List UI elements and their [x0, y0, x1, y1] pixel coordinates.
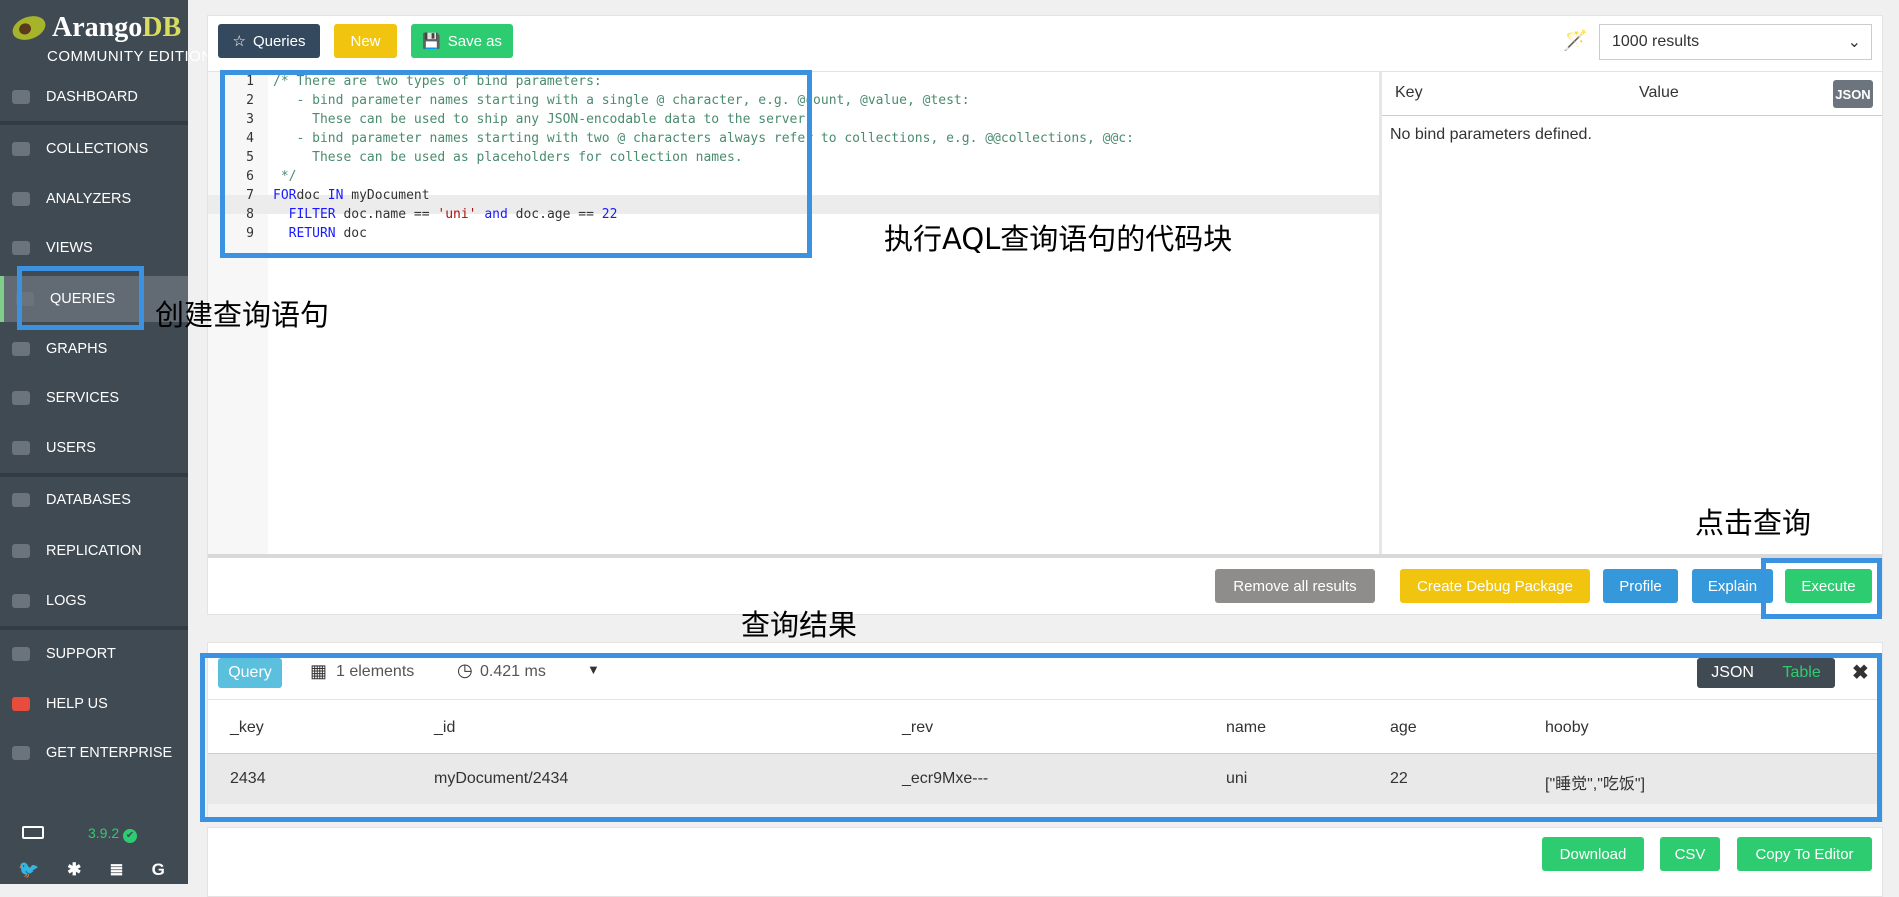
- save-as-button[interactable]: 💾 Save as: [411, 24, 513, 58]
- sidebar-item-logs[interactable]: LOGS: [0, 578, 188, 624]
- sitemap-icon: [12, 342, 30, 356]
- sidebar-item-services[interactable]: SERVICES: [0, 375, 188, 421]
- sidebar-item-label: SERVICES: [46, 390, 120, 406]
- check-circle-icon: ✔: [123, 829, 138, 843]
- sidebar-item-dashboard[interactable]: DASHBOARD: [0, 74, 188, 120]
- json-toggle-button[interactable]: JSON: [1833, 80, 1873, 108]
- results-limit-select[interactable]: 1000 results ⌄: [1599, 24, 1872, 60]
- divider: [0, 626, 188, 630]
- splitter[interactable]: [1379, 72, 1382, 555]
- new-button[interactable]: New: [334, 24, 397, 58]
- annotation-box-execute: [1761, 558, 1882, 619]
- twitter-icon[interactable]: 🐦: [18, 860, 39, 880]
- keyboard-icon[interactable]: [22, 826, 44, 839]
- sidebar-item-label: REPLICATION: [46, 543, 142, 559]
- sidebar-item-label: GET ENTERPRISE: [46, 745, 173, 761]
- edition-label: COMMUNITY EDITION: [47, 48, 213, 65]
- queries-button[interactable]: ☆ Queries: [218, 24, 320, 58]
- annotation-queries-label: 创建查询语句: [155, 298, 330, 332]
- sidebar-item-label: VIEWS: [46, 240, 93, 256]
- annotation-box-editor: [220, 70, 812, 258]
- folder-icon: [12, 142, 30, 156]
- bind-params-header: Key Value JSON: [1382, 72, 1882, 116]
- sidebar-item-users[interactable]: USERS: [0, 425, 188, 471]
- stackoverflow-icon[interactable]: ≣: [109, 860, 123, 880]
- copy-to-editor-button[interactable]: Copy To Editor: [1737, 837, 1872, 871]
- google-icon[interactable]: G: [152, 860, 165, 880]
- magic-wand-icon[interactable]: 🪄: [1563, 28, 1588, 53]
- annotation-editor-label: 执行AQL查询语句的代码块: [884, 222, 1233, 256]
- editor-resize-handle[interactable]: [208, 554, 1882, 558]
- sidebar-item-label: USERS: [46, 440, 96, 456]
- sidebar-item-get-enterprise[interactable]: GET ENTERPRISE: [0, 730, 188, 776]
- sidebar-item-label: ANALYZERS: [46, 191, 132, 207]
- sidebar-item-label: SUPPORT: [46, 646, 116, 662]
- sidebar-item-replication[interactable]: REPLICATION: [0, 528, 188, 574]
- avocado-icon: [9, 11, 49, 45]
- bind-params-empty: No bind parameters defined.: [1390, 126, 1592, 143]
- heart-icon: [12, 697, 30, 711]
- server-icon: [12, 544, 30, 558]
- database-icon: [12, 493, 30, 507]
- sidebar-item-label: LOGS: [46, 593, 87, 609]
- eye-icon: [12, 241, 30, 255]
- profile-button[interactable]: Profile: [1603, 569, 1678, 603]
- external-link-icon: [12, 746, 30, 760]
- annotation-box-queries: [17, 266, 144, 330]
- sidebar-item-analyzers[interactable]: ANALYZERS: [0, 176, 188, 222]
- dashboard-icon: [12, 90, 30, 104]
- version: 3.9.2 ✔: [88, 825, 138, 843]
- sidebar-item-collections[interactable]: COLLECTIONS: [0, 126, 188, 172]
- file-icon: [12, 594, 30, 608]
- annotation-box-results: [200, 653, 1882, 822]
- arangodb-logo[interactable]: Arango DB: [9, 11, 181, 45]
- slack-icon[interactable]: ✱: [67, 860, 81, 880]
- save-icon: 💾: [422, 33, 441, 50]
- create-debug-package-button[interactable]: Create Debug Package: [1400, 569, 1590, 603]
- annotation-execute-label: 点击查询: [1695, 506, 1812, 540]
- sidebar-item-label: HELP US: [46, 696, 108, 712]
- remove-all-results-button[interactable]: Remove all results: [1215, 569, 1375, 603]
- sidebar-item-label: DATABASES: [46, 492, 131, 508]
- sidebar-item-support[interactable]: SUPPORT: [0, 631, 188, 677]
- download-button[interactable]: Download: [1542, 837, 1644, 871]
- sidebar-item-databases[interactable]: DATABASES: [0, 477, 188, 523]
- divider: [0, 473, 188, 477]
- star-icon: ☆: [232, 33, 246, 50]
- sidebar-item-help-us[interactable]: HELP US: [0, 681, 188, 727]
- divider: [0, 121, 188, 125]
- users-icon: [12, 441, 30, 455]
- sidebar-item-label: GRAPHS: [46, 341, 108, 357]
- lifebuoy-icon: [12, 647, 30, 661]
- sidebar-item-label: DASHBOARD: [46, 89, 138, 105]
- annotation-results-label: 查询结果: [741, 608, 858, 642]
- chevron-down-icon: ⌄: [1847, 34, 1861, 51]
- gear-icon: [12, 192, 30, 206]
- sidebar-item-label: COLLECTIONS: [46, 141, 149, 157]
- cogs-icon: [12, 391, 30, 405]
- csv-button[interactable]: CSV: [1660, 837, 1720, 871]
- sidebar-item-views[interactable]: VIEWS: [0, 225, 188, 271]
- sidebar: Arango DB COMMUNITY EDITION DASHBOARD COLL…: [0, 0, 212, 884]
